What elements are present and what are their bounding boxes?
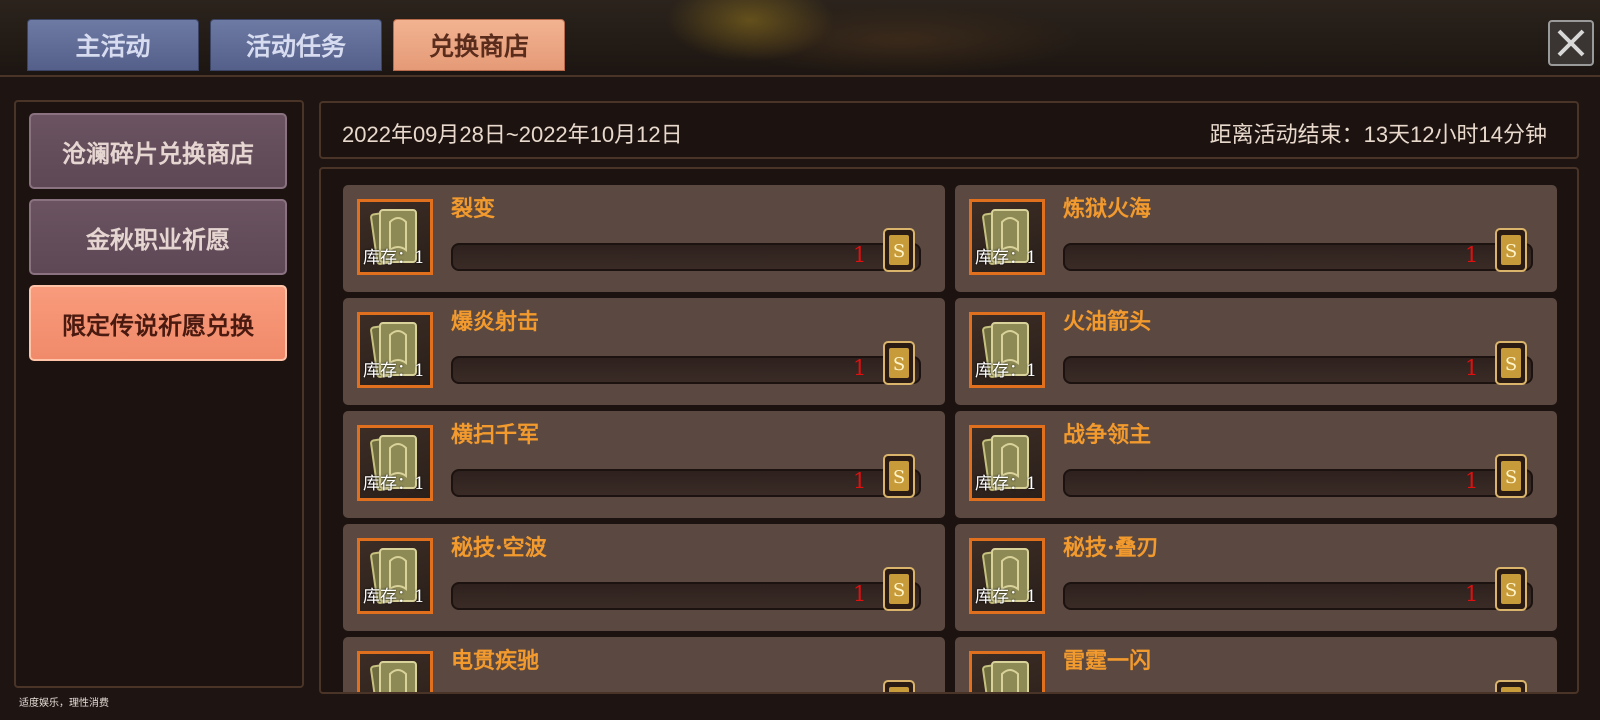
card-icon: 库存：1 — [969, 199, 1045, 275]
exchange-bar[interactable] — [1063, 469, 1533, 497]
card-icon — [969, 651, 1045, 692]
item-grid[interactable]: 库存：1 裂变 1 S 库存：1 炼狱火海 1 S 库存：1 爆炎射击 1 S … — [319, 167, 1579, 694]
exchange-bar[interactable] — [1063, 582, 1533, 610]
item-name: 战争领主 — [1063, 422, 1152, 448]
svg-text:S: S — [893, 580, 905, 601]
item-card[interactable]: 库存：1 火油箭头 1 S — [955, 298, 1557, 405]
token-icon: S — [1495, 567, 1527, 611]
token-icon: S — [883, 341, 915, 385]
item-stock: 库存：1 — [975, 248, 1037, 268]
card-icon: 库存：1 — [357, 199, 433, 275]
exchange-bar[interactable] — [1063, 243, 1533, 271]
item-name: 炼狱火海 — [1063, 196, 1152, 222]
item-card[interactable]: 电贯疾驰 — [343, 637, 945, 692]
item-cost: 1 — [853, 582, 867, 606]
svg-text:S: S — [893, 354, 905, 375]
token-icon — [883, 680, 915, 692]
item-cost: 1 — [1465, 356, 1479, 380]
card-icon: 库存：1 — [969, 538, 1045, 614]
item-name: 电贯疾驰 — [451, 648, 540, 674]
item-name: 秘技·空波 — [451, 535, 547, 561]
svg-text:S: S — [893, 241, 905, 262]
svg-text:S: S — [1505, 580, 1517, 601]
item-stock: 库存：1 — [363, 248, 425, 268]
item-cost: 1 — [853, 243, 867, 267]
item-card[interactable]: 库存：1 裂变 1 S — [343, 185, 945, 292]
item-cost: 1 — [1465, 582, 1479, 606]
card-icon: 库存：1 — [357, 425, 433, 501]
exchange-bar[interactable] — [1063, 356, 1533, 384]
exchange-bar[interactable] — [451, 469, 921, 497]
item-card[interactable]: 库存：1 秘技·空波 1 S — [343, 524, 945, 631]
svg-text:S: S — [1505, 241, 1517, 262]
item-stock: 库存：1 — [363, 587, 425, 607]
item-cost: 1 — [853, 469, 867, 493]
item-stock: 库存：1 — [975, 361, 1037, 381]
card-icon: 库存：1 — [357, 312, 433, 388]
card-icon: 库存：1 — [969, 312, 1045, 388]
card-icon — [357, 651, 433, 692]
exchange-bar[interactable] — [451, 582, 921, 610]
item-name: 火油箭头 — [1063, 309, 1152, 335]
close-button[interactable] — [1548, 20, 1594, 66]
item-stock: 库存：1 — [363, 474, 425, 494]
item-name: 秘技·叠刃 — [1063, 535, 1159, 561]
item-card[interactable]: 库存：1 横扫千军 1 S — [343, 411, 945, 518]
card-icon: 库存：1 — [357, 538, 433, 614]
item-stock: 库存：1 — [363, 361, 425, 381]
item-cost: 1 — [853, 356, 867, 380]
svg-text:S: S — [1505, 354, 1517, 375]
event-date-range: 2022年09月28日~2022年10月12日 — [342, 122, 683, 147]
card-icon: 库存：1 — [969, 425, 1045, 501]
sidebar-item-legend-exchange[interactable]: 限定传说祈愿兑换 — [29, 285, 287, 361]
item-card[interactable]: 雷霆一闪 — [955, 637, 1557, 692]
tab-exchange-shop[interactable]: 兑换商店 — [393, 19, 565, 71]
svg-text:S: S — [893, 467, 905, 488]
token-icon: S — [1495, 228, 1527, 272]
item-name: 雷霆一闪 — [1063, 648, 1152, 674]
sidebar-item-canglan-shop[interactable]: 沧澜碎片兑换商店 — [29, 113, 287, 189]
exchange-bar[interactable] — [451, 243, 921, 271]
token-icon — [1495, 680, 1527, 692]
item-cost: 1 — [1465, 243, 1479, 267]
sidebar-item-autumn-wish[interactable]: 金秋职业祈愿 — [29, 199, 287, 275]
event-countdown: 距离活动结束：13天12小时14分钟 — [1209, 122, 1547, 147]
item-card[interactable]: 库存：1 炼狱火海 1 S — [955, 185, 1557, 292]
disclaimer: 适度娱乐，理性消费 — [19, 698, 109, 709]
event-info-bar: 2022年09月28日~2022年10月12日 距离活动结束：13天12小时14… — [319, 101, 1579, 159]
token-icon: S — [1495, 454, 1527, 498]
svg-text:S: S — [1505, 467, 1517, 488]
item-card[interactable]: 库存：1 爆炎射击 1 S — [343, 298, 945, 405]
item-stock: 库存：1 — [975, 474, 1037, 494]
tab-main-activity[interactable]: 主活动 — [27, 19, 199, 71]
item-name: 横扫千军 — [451, 422, 540, 448]
exchange-bar[interactable] — [451, 356, 921, 384]
token-icon: S — [883, 454, 915, 498]
item-stock: 库存：1 — [975, 587, 1037, 607]
item-name: 爆炎射击 — [451, 309, 540, 335]
item-name: 裂变 — [451, 196, 496, 222]
token-icon: S — [1495, 341, 1527, 385]
item-card[interactable]: 库存：1 战争领主 1 S — [955, 411, 1557, 518]
token-icon: S — [883, 567, 915, 611]
token-icon: S — [883, 228, 915, 272]
sidebar: 沧澜碎片兑换商店 金秋职业祈愿 限定传说祈愿兑换 — [14, 100, 304, 688]
item-cost: 1 — [1465, 469, 1479, 493]
item-card[interactable]: 库存：1 秘技·叠刃 1 S — [955, 524, 1557, 631]
close-icon — [1557, 29, 1585, 57]
tab-activity-tasks[interactable]: 活动任务 — [210, 19, 382, 71]
